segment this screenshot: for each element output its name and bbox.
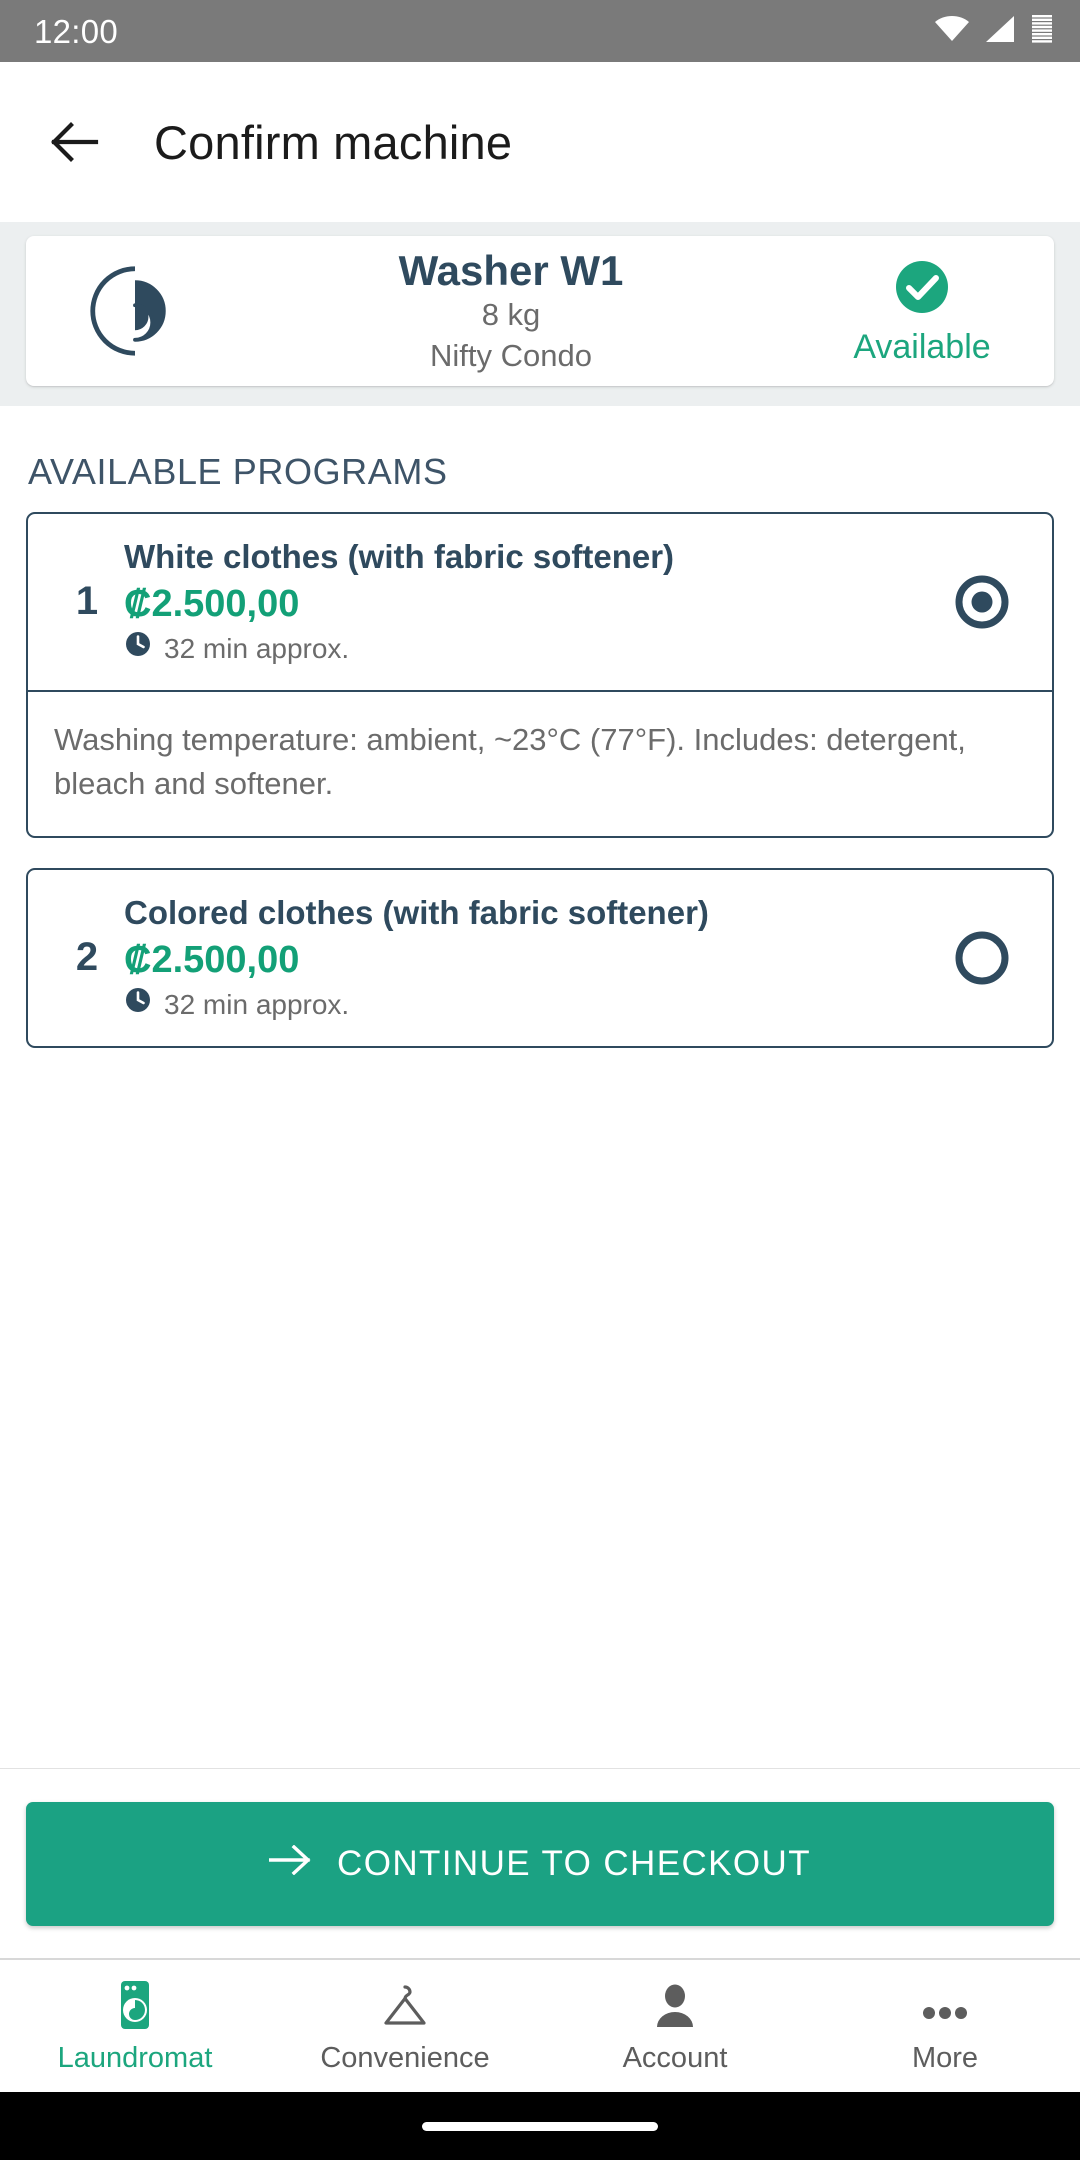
page-title: Confirm machine xyxy=(154,115,513,169)
hanger-icon xyxy=(379,1979,431,2031)
status-badge-label: Available xyxy=(853,327,991,366)
app-bar: Confirm machine xyxy=(0,62,1080,222)
nav-item-convenience[interactable]: Convenience xyxy=(270,1960,540,2092)
program-name: Colored clothes (with fabric softener) xyxy=(124,893,709,931)
program-index: 1 xyxy=(75,579,99,624)
cta-container: CONTINUE TO CHECKOUT xyxy=(0,1768,1080,1958)
program-card-2[interactable]: 2 Colored clothes (with fabric softener)… xyxy=(26,867,1054,1048)
nav-label: More xyxy=(911,2042,979,2074)
program-row[interactable]: 2 Colored clothes (with fabric softener)… xyxy=(28,870,1052,1046)
arrow-right-icon xyxy=(268,1844,311,1884)
machine-card-section: Washer W1 8 kg Nifty Condo Available xyxy=(0,222,1080,406)
bottom-navigation: Laundromat Convenience Account More xyxy=(0,1958,1080,2092)
system-gesture-bar xyxy=(0,2092,1080,2160)
program-row[interactable]: 1 White clothes (with fabric softener) ₡… xyxy=(28,514,1052,690)
program-radio-unselected[interactable] xyxy=(938,929,1026,987)
wifi-icon xyxy=(934,15,970,48)
machine-name: Washer W1 xyxy=(398,246,624,294)
washing-machine-icon xyxy=(113,1979,157,2031)
program-details: White clothes (with fabric softener) ₡2.… xyxy=(124,536,938,668)
machine-location: Nifty Condo xyxy=(430,337,592,373)
program-duration-label: 32 min approx. xyxy=(164,632,350,664)
machine-capacity: 8 kg xyxy=(481,296,541,332)
programs-content: AVAILABLE PROGRAMS 1 White clothes (with… xyxy=(0,406,1080,1768)
program-price: ₡2.500,00 xyxy=(124,582,300,625)
app-screen: 12:00 Confirm machine Washer W1 8 kg Nif… xyxy=(0,0,1080,2160)
status-bar-clock: 12:00 xyxy=(34,12,119,50)
machine-card[interactable]: Washer W1 8 kg Nifty Condo Available xyxy=(26,236,1054,386)
continue-to-checkout-label: CONTINUE TO CHECKOUT xyxy=(337,1843,811,1883)
program-index: 2 xyxy=(75,935,99,980)
program-duration: 32 min approx. xyxy=(124,630,924,667)
program-duration-label: 32 min approx. xyxy=(164,988,350,1020)
program-name: White clothes (with fabric softener) xyxy=(124,538,675,575)
clock-icon xyxy=(124,986,152,1023)
washer-vortex-icon xyxy=(60,263,210,359)
clock-icon xyxy=(124,630,152,667)
nav-label: Laundromat xyxy=(57,2042,213,2074)
back-button[interactable] xyxy=(46,113,104,171)
program-duration: 32 min approx. xyxy=(124,986,924,1023)
status-bar: 12:00 xyxy=(0,0,1080,62)
program-description: Washing temperature: ambient, ~23°C (77°… xyxy=(28,689,1052,836)
nav-item-more[interactable]: More xyxy=(810,1960,1080,2092)
continue-to-checkout-button[interactable]: CONTINUE TO CHECKOUT xyxy=(26,1801,1054,1926)
cellular-signal-icon xyxy=(984,15,1016,48)
nav-item-account[interactable]: Account xyxy=(540,1960,810,2092)
battery-icon xyxy=(1030,14,1054,49)
program-price: ₡2.500,00 xyxy=(124,938,300,981)
check-circle-icon xyxy=(894,259,950,320)
status-bar-icons xyxy=(934,14,1054,49)
program-radio-selected[interactable] xyxy=(938,573,1026,631)
gesture-pill[interactable] xyxy=(422,2121,658,2131)
section-title-available-programs: AVAILABLE PROGRAMS xyxy=(28,451,448,492)
nav-label: Account xyxy=(622,2042,728,2074)
person-icon xyxy=(652,1979,698,2031)
ellipsis-icon xyxy=(918,1979,972,2031)
program-details: Colored clothes (with fabric softener) ₡… xyxy=(124,892,938,1024)
program-card-1[interactable]: 1 White clothes (with fabric softener) ₡… xyxy=(26,512,1054,838)
nav-item-laundromat[interactable]: Laundromat xyxy=(0,1960,270,2092)
machine-info: Washer W1 8 kg Nifty Condo xyxy=(210,247,812,376)
arrow-left-icon xyxy=(51,122,99,162)
status-badge: Available xyxy=(812,259,1032,364)
nav-label: Convenience xyxy=(320,2042,490,2074)
